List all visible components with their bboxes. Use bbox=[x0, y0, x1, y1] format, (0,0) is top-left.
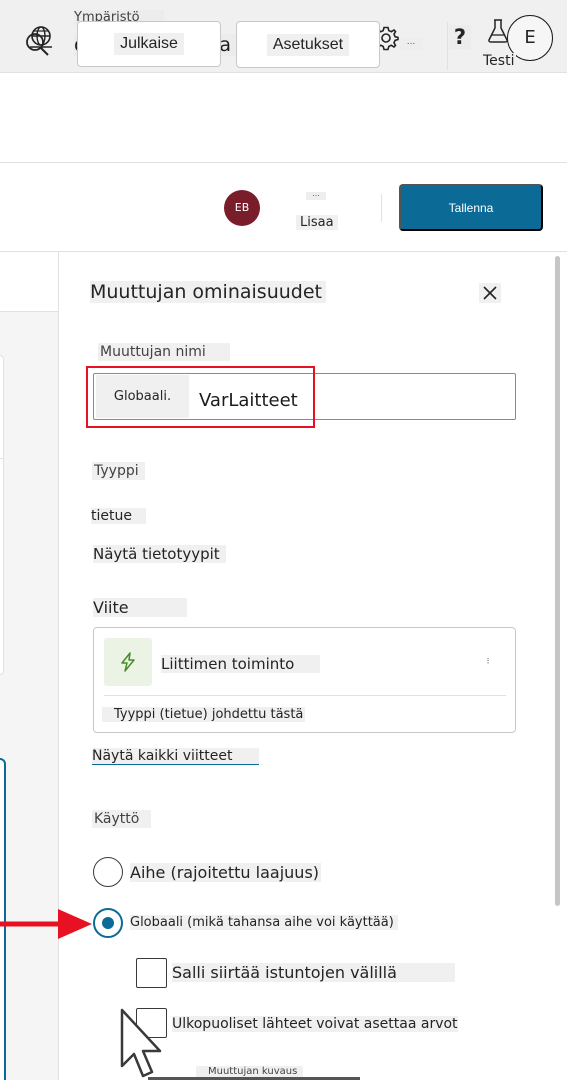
settings-button[interactable]: Asetukset bbox=[236, 21, 380, 68]
reference-card-title: Liittimen toiminto bbox=[161, 655, 321, 673]
usage-topic-radio[interactable] bbox=[93, 857, 123, 887]
lightning-icon bbox=[104, 638, 152, 686]
save-button[interactable]: Tallenna bbox=[399, 184, 543, 231]
more-button-label[interactable]: Lisaa bbox=[296, 215, 338, 230]
more-commands-button[interactable]: ... bbox=[399, 38, 423, 50]
flask-icon[interactable] bbox=[486, 18, 510, 44]
canvas-node[interactable] bbox=[0, 355, 4, 675]
carry-over-checkbox[interactable] bbox=[136, 958, 167, 988]
reference-card-note: Tyyppi (tietue) johdettu tästä bbox=[102, 707, 306, 722]
publish-button-label: Julkaise bbox=[114, 33, 184, 55]
divider bbox=[381, 194, 382, 222]
variable-name-label: Muuttujan nimi bbox=[98, 343, 230, 361]
show-data-types-link[interactable]: Näytä tietotyypit bbox=[93, 545, 226, 563]
help-icon[interactable]: ? bbox=[449, 25, 471, 49]
mouse-cursor-icon bbox=[120, 1008, 162, 1078]
canvas-header bbox=[0, 252, 58, 312]
external-sources-label[interactable]: Ulkopuoliset lähteet voivat asettaa arvo… bbox=[172, 1016, 458, 1032]
collaborator-avatar[interactable]: EB bbox=[224, 190, 260, 226]
arrow-annotation-icon bbox=[0, 909, 92, 939]
divider bbox=[104, 695, 506, 696]
type-value: tietue bbox=[91, 508, 146, 524]
more-icon[interactable]: ... bbox=[306, 190, 326, 200]
reference-card-menu-icon[interactable]: ⁝ bbox=[484, 654, 492, 670]
panel-scrollbar[interactable] bbox=[555, 256, 560, 906]
command-bar bbox=[0, 73, 567, 163]
highlight-annotation bbox=[86, 366, 315, 428]
panel-title: Muuttujan ominaisuudet bbox=[90, 281, 326, 303]
close-icon[interactable] bbox=[479, 283, 501, 303]
type-label: Tyyppi bbox=[92, 462, 145, 480]
search-icon[interactable] bbox=[24, 31, 50, 57]
usage-global-label[interactable]: Globaali (mikä tahansa aihe voi käyttää) bbox=[130, 915, 398, 930]
usage-label: Käyttö bbox=[92, 810, 152, 828]
divider bbox=[0, 458, 4, 459]
radio-selected-dot bbox=[102, 917, 114, 929]
reference-label: Viite bbox=[93, 598, 187, 617]
description-label: Muuttujan kuvaus bbox=[196, 1066, 304, 1077]
usage-topic-label[interactable]: Aihe (rajoitettu laajuus) bbox=[130, 863, 322, 882]
publish-button[interactable]: Julkaise bbox=[77, 21, 221, 67]
carry-over-label[interactable]: Salli siirtää istuntojen välillä bbox=[172, 963, 455, 982]
show-all-references-link[interactable]: Näytä kaikki viitteet bbox=[92, 748, 259, 765]
divider bbox=[447, 22, 448, 70]
test-button-label[interactable]: Testi bbox=[481, 53, 517, 69]
authoring-canvas bbox=[0, 252, 58, 1080]
settings-button-label: Asetukset bbox=[266, 33, 350, 56]
